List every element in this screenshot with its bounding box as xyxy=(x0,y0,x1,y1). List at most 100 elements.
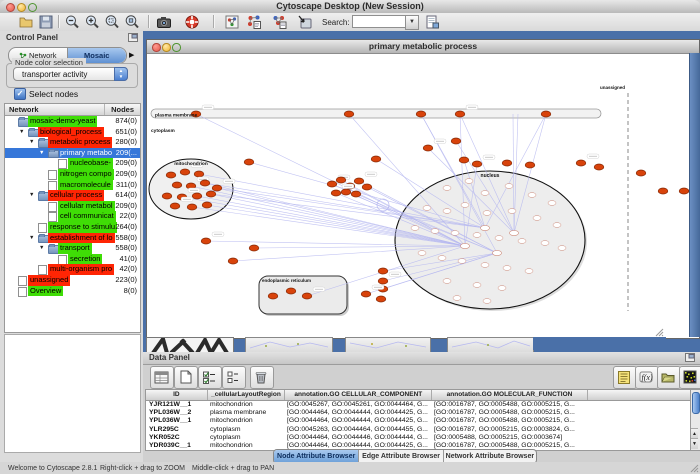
new-attribute-button[interactable] xyxy=(174,366,198,389)
filter-icon[interactable] xyxy=(271,14,287,30)
tree-row-count: 41(0) xyxy=(119,254,137,265)
table-row[interactable]: YPL036W__2plasma membrane[GO:0044464, GO… xyxy=(146,409,691,417)
svg-text:f(x): f(x) xyxy=(642,373,653,382)
zoom-out-icon[interactable] xyxy=(64,14,80,30)
tree-col-nodes: Nodes xyxy=(111,105,134,114)
table-row[interactable]: YLR295Ccytoplasm[GO:0045263, GO:0044464,… xyxy=(146,426,691,434)
expander-icon[interactable]: ▼ xyxy=(29,137,34,148)
delete-attribute-button[interactable] xyxy=(250,366,274,389)
function-builder-button[interactable]: f(x) xyxy=(635,366,659,389)
float-panel-icon[interactable] xyxy=(128,33,138,42)
tree-row[interactable]: nitrogen compo209(0) xyxy=(5,169,140,180)
function-builder-icon[interactable]: f(x) xyxy=(638,369,654,385)
column-header[interactable]: annotation.GO CELLULAR_COMPONENT xyxy=(285,390,432,400)
tree-row[interactable]: cell communicat22(0) xyxy=(5,211,140,222)
column-header[interactable]: annotation.GO MOLECULAR_FUNCTION xyxy=(432,390,587,400)
tree-row[interactable]: ▼primary metabo209(... xyxy=(5,148,140,159)
table-row[interactable]: YKR052Ccytoplasm[GO:0044464, GO:0044446,… xyxy=(146,434,691,442)
network-window-titlebar[interactable]: primary metabolic process xyxy=(147,40,699,54)
network-vertical-scrollbar[interactable] xyxy=(689,53,700,337)
tree-row[interactable]: secretion41(0) xyxy=(5,254,140,265)
expander-icon[interactable]: ▼ xyxy=(29,233,34,244)
tree-row[interactable]: cellular metabol209(0) xyxy=(5,201,140,212)
search-input[interactable] xyxy=(352,15,411,28)
plugin-icon[interactable] xyxy=(297,14,313,30)
background-window-fragment[interactable] xyxy=(245,337,333,353)
tree-row[interactable]: multi-organism pro42(0) xyxy=(5,264,140,275)
tree-col-divider[interactable] xyxy=(104,104,105,115)
tree-row[interactable]: ▼establishment of lo558(0) xyxy=(5,233,140,244)
file-icon xyxy=(48,202,57,212)
tree-row[interactable]: ▼biological_process651(0) xyxy=(5,127,140,138)
table-cell: [GO:0016787, GO:0005215, GO:0003824, G..… xyxy=(431,426,586,434)
vizmapper-icon[interactable] xyxy=(246,14,262,30)
table-cell: mitochondrion xyxy=(207,401,284,409)
table-scrollbar-thumb[interactable] xyxy=(692,392,700,414)
attribute-batch-button[interactable] xyxy=(613,366,637,389)
advanced-search-icon[interactable] xyxy=(424,14,440,30)
delete-attribute-icon[interactable] xyxy=(253,369,269,385)
table-scrollbar[interactable]: ▲ ▼ xyxy=(690,389,700,451)
zoom-in-icon[interactable] xyxy=(84,14,100,30)
expander-icon[interactable]: ▼ xyxy=(29,190,34,201)
tree-row[interactable]: ▼transport558(0) xyxy=(5,243,140,254)
zoom-fit-icon[interactable] xyxy=(124,14,140,30)
help-icon[interactable] xyxy=(184,14,200,30)
window-resize-grip[interactable] xyxy=(654,327,664,337)
scroll-down-icon[interactable]: ▼ xyxy=(691,438,698,449)
attribute-select-button[interactable] xyxy=(150,366,174,389)
tree-row[interactable]: ▼metabolic process280(0) xyxy=(5,137,140,148)
node-color-combo[interactable]: transporter activity xyxy=(13,67,128,81)
attribute-list-button[interactable] xyxy=(222,366,246,389)
network-overview-icon[interactable] xyxy=(224,14,240,30)
data-panel-header: Data Panel xyxy=(143,352,700,365)
tree-row[interactable]: nucleobase-209(0) xyxy=(5,158,140,169)
column-header[interactable]: _cellularLayoutRegion xyxy=(208,390,286,400)
attribute-checklist-icon[interactable] xyxy=(201,369,217,385)
birdseye-view-panel[interactable] xyxy=(4,334,141,453)
table-row[interactable]: YPL036W__1mitochondrion[GO:0044464, GO:0… xyxy=(146,417,691,425)
attribute-list-icon[interactable] xyxy=(225,369,241,385)
tree-row-count: 280(0) xyxy=(115,137,137,148)
attribute-select-icon[interactable] xyxy=(153,369,169,385)
attribute-checklist-button[interactable] xyxy=(198,366,222,389)
data-panel-title: Data Panel xyxy=(149,353,190,362)
expander-icon[interactable]: ▼ xyxy=(39,148,44,159)
tree-row[interactable]: unassigned223(0) xyxy=(5,275,140,286)
column-header[interactable]: ID xyxy=(146,390,208,400)
app-resize-grip[interactable] xyxy=(690,464,699,473)
tree-row[interactable]: response to stimulu264(0) xyxy=(5,222,140,233)
heatmap-icon[interactable] xyxy=(682,369,698,385)
select-nodes-checkbox[interactable]: ✓ xyxy=(14,88,26,100)
float-panel-icon[interactable] xyxy=(685,353,695,362)
tree-row[interactable]: macromolecule311(0) xyxy=(5,180,140,191)
network-view-window[interactable]: primary metabolic process plasma membran… xyxy=(146,39,700,339)
attribute-table: ID_cellularLayoutRegionannotation.GO CEL… xyxy=(145,389,692,451)
heatmap-button[interactable] xyxy=(679,366,700,389)
combo-stepper-icon[interactable]: ▲▼ xyxy=(114,67,128,81)
import-attributes-button[interactable] xyxy=(657,366,681,389)
search-dropdown-button[interactable]: ▼ xyxy=(405,15,419,30)
new-attribute-icon[interactable] xyxy=(177,369,193,385)
table-cell: YLR295C xyxy=(146,426,207,434)
attribute-batch-icon[interactable] xyxy=(616,369,632,385)
import-attributes-icon[interactable] xyxy=(660,369,676,385)
network-canvas[interactable]: plasma membranecytoplasmmitochondrionnuc… xyxy=(147,53,689,337)
open-icon[interactable] xyxy=(18,14,34,30)
column-header[interactable] xyxy=(588,390,691,400)
background-window-fragment[interactable] xyxy=(345,337,431,353)
tree-col-network: Network xyxy=(9,105,39,114)
expander-icon[interactable]: ▼ xyxy=(39,243,44,254)
snapshot-icon[interactable] xyxy=(156,14,172,30)
zoom-selected-icon[interactable] xyxy=(104,14,120,30)
tree-row[interactable]: ▼cellular process614(0) xyxy=(5,190,140,201)
tree-row-label: establishment of lo xyxy=(48,233,115,244)
save-icon[interactable] xyxy=(38,14,54,30)
tree-row[interactable]: Overview8(0) xyxy=(5,286,140,297)
more-tabs-arrow-icon[interactable]: ▶ xyxy=(129,51,134,59)
tree-row-count: 223(0) xyxy=(115,275,137,286)
expander-icon[interactable]: ▼ xyxy=(19,127,24,138)
tree-row[interactable]: mosaic-demo-yeast874(0) xyxy=(5,116,140,127)
table-row[interactable]: YJR121W__1mitochondrion[GO:0045267, GO:0… xyxy=(146,401,691,409)
background-window-fragment[interactable] xyxy=(447,337,534,353)
